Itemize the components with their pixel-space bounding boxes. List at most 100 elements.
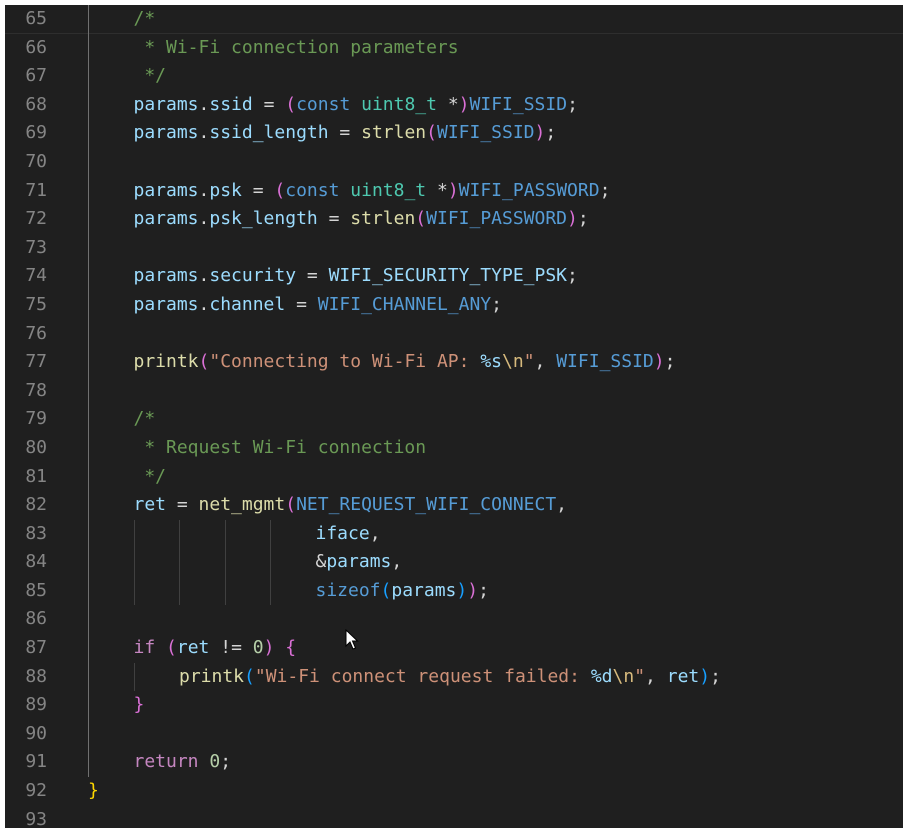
code-line[interactable]: 89}: [5, 691, 903, 720]
code-token: uint8_t: [361, 93, 437, 115]
code-line[interactable]: 80 * Request Wi-Fi connection: [5, 433, 903, 463]
code-token: {: [285, 637, 297, 659]
code-line[interactable]: 93: [5, 806, 903, 828]
code-line[interactable]: 91 return 0;: [5, 748, 903, 778]
code-token: params: [133, 208, 199, 230]
code-token: ): [458, 93, 470, 115]
code-token: printk: [133, 351, 199, 373]
code-line[interactable]: 84 &params,: [5, 548, 903, 577]
code-line[interactable]: 65 /*: [5, 5, 903, 34]
code-text: params.security = WIFI_SECURITY_TYPE_PSK…: [134, 262, 578, 291]
indent-guide: [270, 548, 271, 577]
line-number: 75: [25, 293, 47, 315]
line-number: 93: [25, 808, 47, 828]
code-token: channel: [209, 293, 286, 315]
code-token: if: [133, 637, 156, 659]
line-number: 83: [25, 522, 47, 544]
indent-guide: [88, 90, 89, 120]
code-line[interactable]: 68 params.ssid = (const uint8_t *)WIFI_SS…: [5, 90, 903, 120]
indent-guide: [88, 233, 89, 263]
code-token: params: [391, 579, 457, 601]
code-line[interactable]: 78: [5, 376, 903, 406]
indent-guide: [88, 62, 89, 91]
line-number: 66: [25, 36, 47, 58]
code-token: ;: [567, 93, 578, 115]
code-token: /*: [133, 408, 156, 430]
code-line[interactable]: 82 ret = net_mgmt(NET_REQUEST_WIFI_CONNEC…: [5, 491, 903, 520]
code-token: ,: [645, 665, 667, 687]
code-token: ssid_length: [209, 122, 329, 144]
code-line[interactable]: 79 /*: [5, 405, 903, 434]
code-line[interactable]: 72 params.psk_length = strlen(WIFI_PASSWO…: [5, 205, 903, 234]
code-line[interactable]: 76: [5, 319, 903, 349]
code-text: printk("Connecting to Wi-Fi AP: %s\n", W…: [134, 348, 676, 377]
indent-guide: [88, 147, 89, 177]
code-text: params.ssid_length = strlen(WIFI_SSID);: [134, 119, 557, 148]
code-token: WIFI_CHANNEL_ANY: [317, 293, 492, 315]
code-line[interactable]: 69 params.ssid_length = strlen(WIFI_SSID)…: [5, 119, 903, 148]
code-text: params.psk_length = strlen(WIFI_PASSWORD…: [134, 205, 589, 234]
code-text: if (ret != 0) {: [134, 634, 297, 663]
indent-guide: [88, 576, 89, 606]
line-number: 69: [25, 122, 47, 144]
code-line[interactable]: 90: [5, 719, 903, 749]
code-lines: 65/* 66 * Wi-Fi connection parameters 67 *…: [5, 5, 903, 828]
code-line[interactable]: 77 printk("Connecting to Wi-Fi AP: %s\n",…: [5, 348, 903, 377]
code-line[interactable]: 85 sizeof(params));: [5, 576, 903, 606]
indent-guide: [88, 5, 89, 34]
code-line[interactable]: 75 params.channel = WIFI_CHANNEL_ANY;: [5, 290, 903, 320]
code-token: =: [296, 265, 329, 287]
line-number: 74: [25, 265, 47, 287]
code-token: ;: [567, 265, 578, 287]
code-token: WIFI_PASSWORD: [458, 179, 600, 201]
indent-guide: [133, 576, 135, 606]
code-line[interactable]: 87 if (ret != 0) {: [5, 634, 903, 663]
code-token: security: [209, 265, 297, 287]
indent-guide: [88, 634, 89, 663]
code-text: &params,: [316, 548, 403, 577]
code-line[interactable]: 74 params.security = WIFI_SECURITY_TYPE_P…: [5, 262, 903, 291]
code-line[interactable]: 86: [5, 605, 903, 635]
code-token: (: [285, 93, 297, 115]
code-token: WIFI_SSID: [556, 351, 654, 373]
code-token: psk_length: [209, 208, 318, 230]
code-token: ;: [710, 665, 721, 687]
code-line[interactable]: 66 * Wi-Fi connection parameters: [5, 33, 903, 63]
code-line[interactable]: 81 */: [5, 462, 903, 492]
indent-guide: [88, 405, 89, 434]
code-line[interactable]: 83 iface,: [5, 519, 903, 549]
code-token: net_mgmt: [198, 494, 286, 516]
code-line[interactable]: 92}: [5, 777, 903, 806]
line-number: 72: [25, 208, 47, 230]
code-token: (: [285, 494, 297, 516]
code-line[interactable]: 73: [5, 233, 903, 263]
code-token: (: [274, 179, 286, 201]
indent-guide: [88, 262, 89, 291]
indent-guide: [179, 576, 180, 606]
code-token: */: [133, 65, 167, 87]
code-token: ,: [391, 551, 403, 573]
code-token: ,: [534, 351, 557, 373]
line-number: 71: [25, 179, 47, 201]
indent-guide: [88, 119, 89, 148]
code-editor[interactable]: 65/* 66 * Wi-Fi connection parameters 67 *…: [5, 5, 903, 828]
code-line[interactable]: 88 printk("Wi-Fi connect request failed: …: [5, 662, 903, 692]
code-token: ;: [491, 293, 502, 315]
indent-guide: [133, 548, 135, 577]
indent-guide: [133, 519, 135, 549]
code-line[interactable]: 67 */: [5, 62, 903, 91]
code-line[interactable]: 71 params.psk = (const uint8_t *)WIFI_PAS…: [5, 176, 903, 206]
code-line[interactable]: 70: [5, 147, 903, 177]
code-text: /*: [134, 5, 156, 34]
code-token: params: [133, 93, 199, 115]
code-token: ): [653, 351, 665, 373]
code-token: =: [328, 122, 362, 144]
mouse-pointer-icon: [345, 629, 359, 650]
code-text: }: [88, 777, 99, 806]
indent-guide: [88, 462, 89, 492]
code-token: ): [447, 179, 459, 201]
indent-guide: [133, 662, 135, 692]
code-token: ): [467, 579, 479, 601]
